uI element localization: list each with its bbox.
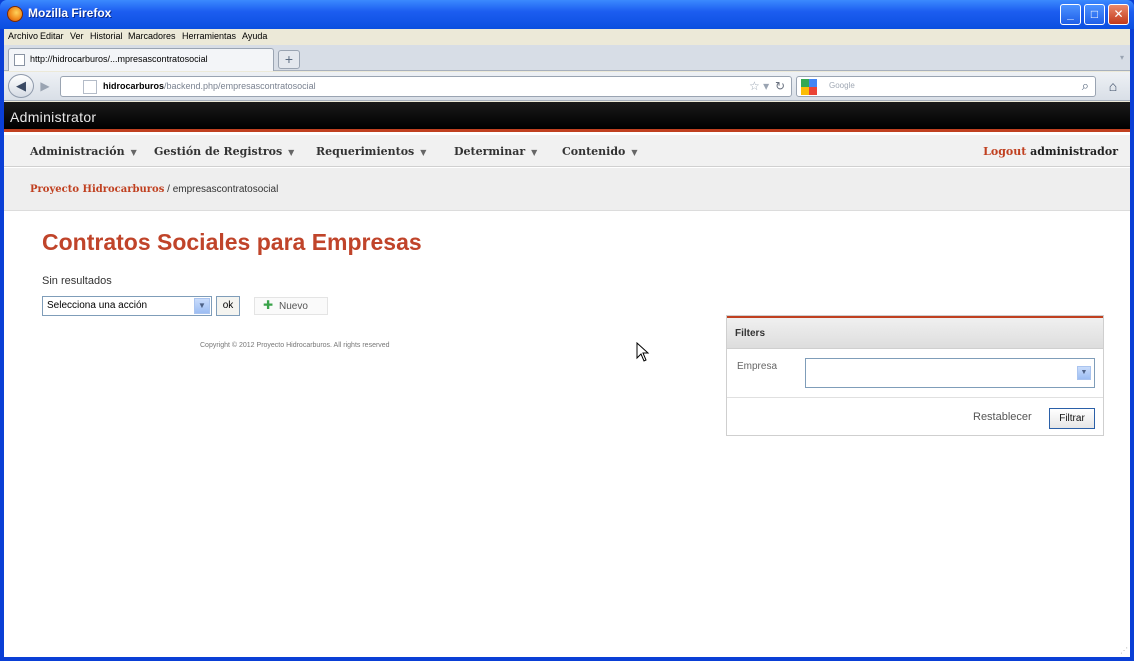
maximize-button[interactable]: □ (1084, 4, 1105, 25)
reload-icon[interactable]: ↻ (775, 79, 785, 93)
menu-administracion[interactable]: Administración ▼ (30, 145, 137, 158)
copyright-text: Copyright © 2012 Proyecto Hidrocarburos.… (200, 342, 390, 349)
menu-ayuda[interactable]: Ayuda (242, 31, 267, 41)
page-title: Contratos Sociales para Empresas (42, 229, 422, 255)
resize-grip-icon[interactable]: ⋰ (1120, 646, 1128, 655)
batch-action-value: Selecciona una acción (47, 300, 148, 311)
back-button[interactable]: ◀ (8, 74, 34, 98)
filter-button[interactable]: Filtrar (1049, 408, 1095, 429)
bookmark-star-icon[interactable]: ☆ ▾ (749, 79, 769, 93)
search-bar[interactable]: Google ⌕ (796, 76, 1096, 97)
reset-link[interactable]: Restablecer (973, 411, 1032, 423)
breadcrumb-separator: / (164, 184, 173, 195)
menu-contenido-label: Contenido (562, 145, 626, 158)
menu-requerimientos[interactable]: Requerimientos ▼ (316, 145, 426, 158)
site-identity-icon[interactable] (83, 80, 97, 94)
home-icon[interactable]: ⌂ (1102, 76, 1124, 97)
navigation-bar: ◀ ▶ hidrocarburos/backend.php/empresasco… (4, 72, 1130, 101)
tab-label: http://hidrocarburos/...mpresascontratos… (30, 54, 208, 64)
new-button[interactable]: ✚ Nuevo (254, 297, 328, 315)
menu-bar: Archivo Editar Ver Historial Marcadores … (4, 29, 1130, 45)
breadcrumb-current: empresascontratosocial (172, 184, 279, 195)
breadcrumb: Proyecto Hidrocarburos / empresascontrat… (4, 168, 1130, 211)
chevron-down-icon: ▼ (631, 147, 638, 157)
page-favicon-icon (14, 54, 25, 66)
menu-requerimientos-label: Requerimientos (316, 145, 415, 158)
admin-header: Administrator (4, 102, 1130, 132)
new-tab-button[interactable]: + (278, 50, 300, 69)
menu-marcadores[interactable]: Marcadores (128, 31, 176, 41)
menu-determinar[interactable]: Determinar ▼ (454, 145, 537, 158)
url-text: hidrocarburos/backend.php/empresascontra… (103, 81, 316, 91)
logout-link[interactable]: Logout (983, 145, 1026, 158)
no-results-text: Sin resultados (42, 275, 112, 287)
chevron-down-icon: ▼ (130, 147, 137, 157)
add-icon: ✚ (263, 298, 274, 312)
url-bar[interactable]: hidrocarburos/backend.php/empresascontra… (60, 76, 792, 97)
ok-button[interactable]: ok (216, 296, 240, 316)
filters-panel: Filters Empresa ▼ Restablecer Filtrar (726, 315, 1104, 436)
firefox-logo-icon (7, 6, 23, 22)
search-placeholder: Google (829, 81, 855, 90)
menu-archivo[interactable]: Archivo (8, 31, 38, 41)
filter-row-empresa: Empresa ▼ (727, 350, 1103, 398)
site-brand: Administrator (10, 109, 97, 125)
menu-herramientas[interactable]: Herramientas (182, 31, 236, 41)
url-path: /backend.php/empresascontratosocial (164, 81, 316, 91)
tab-list-chevron-icon[interactable]: ▾ (1120, 53, 1124, 62)
filters-title: Filters (735, 328, 766, 339)
forward-button[interactable]: ▶ (36, 77, 54, 95)
breadcrumb-home-link[interactable]: Proyecto Hidrocarburos (30, 184, 164, 195)
chevron-down-icon: ▼ (420, 147, 427, 157)
chevron-down-icon[interactable]: ▼ (1077, 366, 1091, 380)
search-icon[interactable]: ⌕ (1082, 78, 1089, 94)
close-button[interactable]: ✕ (1108, 4, 1129, 25)
menu-contenido[interactable]: Contenido ▼ (562, 145, 638, 158)
tab-active[interactable]: http://hidrocarburos/...mpresascontratos… (8, 48, 274, 71)
new-button-label: Nuevo (279, 301, 308, 312)
menu-editar[interactable]: Editar (40, 31, 64, 41)
tab-bar: http://hidrocarburos/...mpresascontratos… (4, 45, 1130, 71)
username: administrador (1030, 145, 1118, 158)
url-host: hidrocarburos (103, 81, 165, 91)
batch-action-select[interactable]: Selecciona una acción ▼ (42, 296, 212, 316)
empresa-select[interactable]: ▼ (805, 358, 1095, 388)
menu-historial[interactable]: Historial (90, 31, 123, 41)
menu-determinar-label: Determinar (454, 145, 526, 158)
breadcrumb-trail: Proyecto Hidrocarburos / empresascontrat… (30, 184, 278, 195)
menu-administracion-label: Administración (30, 145, 125, 158)
batch-actions: Selecciona una acción ▼ ok ✚ Nuevo (42, 295, 332, 317)
filters-header: Filters (727, 316, 1103, 349)
page-content: Administrator Administración ▼ Gestión de… (4, 102, 1130, 657)
chevron-down-icon: ▼ (531, 147, 538, 157)
menu-gestion-registros[interactable]: Gestión de Registros ▼ (154, 145, 294, 158)
logout-area: Logout administrador (983, 145, 1118, 158)
google-engine-icon[interactable] (801, 79, 817, 95)
minimize-button[interactable]: _ (1060, 4, 1081, 25)
title-bar: Mozilla Firefox _ □ ✕ (0, 0, 1134, 29)
empresa-label: Empresa (737, 361, 778, 372)
chevron-down-icon[interactable]: ▼ (194, 298, 210, 314)
menu-ver[interactable]: Ver (70, 31, 84, 41)
chevron-down-icon: ▼ (288, 147, 295, 157)
browser-window: Mozilla Firefox _ □ ✕ Archivo Editar Ver… (0, 0, 1134, 661)
main-menu: Administración ▼ Gestión de Registros ▼ Re… (4, 135, 1130, 167)
mouse-cursor-icon (636, 342, 650, 362)
window-title: Mozilla Firefox (28, 6, 112, 20)
browser-chrome: Archivo Editar Ver Historial Marcadores … (4, 29, 1130, 657)
menu-gestion-registros-label: Gestión de Registros (154, 145, 283, 158)
